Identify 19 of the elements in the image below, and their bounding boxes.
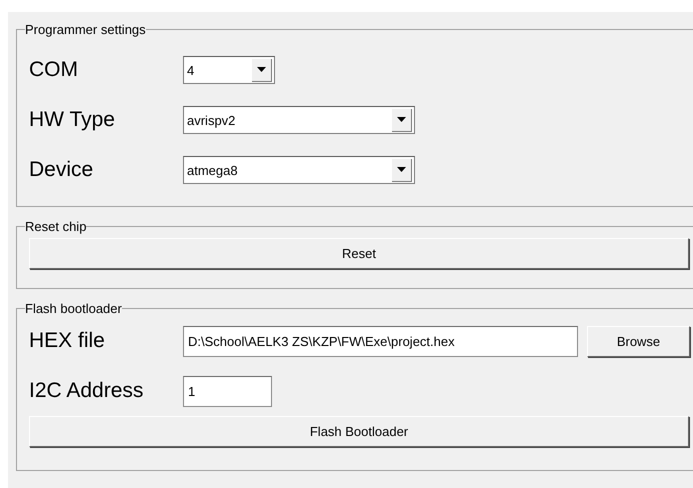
group-title: Reset chip xyxy=(25,219,86,234)
dropdown-arrow-icon xyxy=(397,167,406,172)
group-title: Flash bootloader xyxy=(25,301,122,316)
dropdown-arrow-icon xyxy=(397,117,406,122)
field-label: COM xyxy=(29,57,79,83)
dropdown[interactable]: avrispv2 xyxy=(183,106,415,134)
field-label: HEX file xyxy=(29,328,106,354)
reset-button[interactable]: Reset xyxy=(29,238,689,269)
address-field[interactable]: 1 xyxy=(183,376,272,406)
dropdown[interactable]: 4 xyxy=(183,56,275,84)
browse-button[interactable]: Browse xyxy=(587,326,690,356)
field-label: HW Type xyxy=(29,107,116,133)
dropdown[interactable]: atmega8 xyxy=(183,156,415,184)
field-label: I2C Address xyxy=(29,378,144,404)
flash-bootloader-button[interactable]: Flash Bootloader xyxy=(29,416,689,447)
file-path-field[interactable]: D:\School\AELK3 ZS\KZP\FW\Exe\project.hex xyxy=(183,326,578,356)
group-title: Programmer settings xyxy=(25,22,146,37)
field-label: Device xyxy=(29,157,94,183)
dropdown-arrow-icon xyxy=(257,67,266,72)
